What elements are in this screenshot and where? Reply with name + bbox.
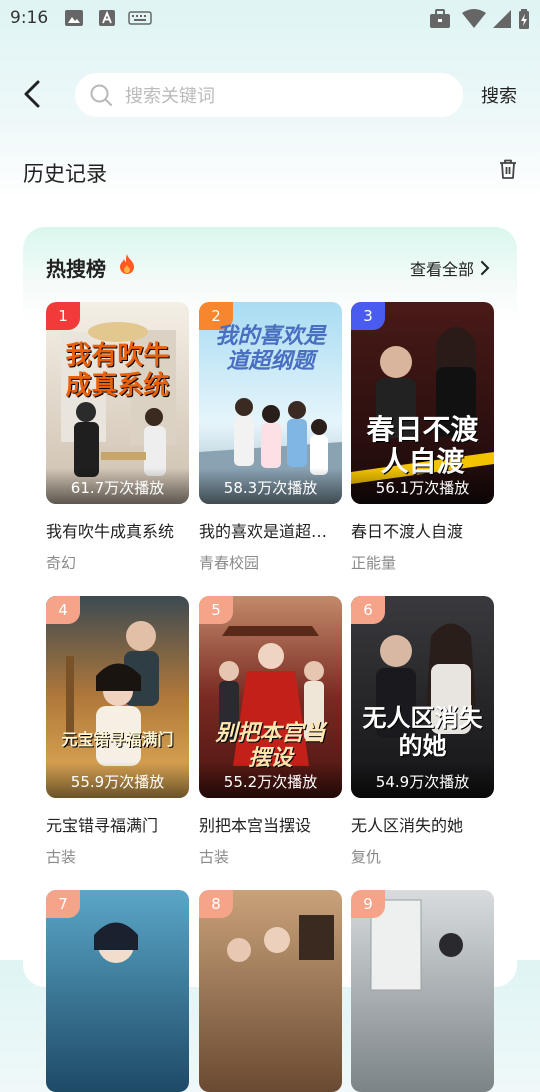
drama-title: 别把本宫当摆设 xyxy=(199,816,312,835)
rank-badge: 1 xyxy=(46,302,80,330)
history-title: 历史记录 xyxy=(23,162,107,186)
drama-title: 我的喜欢是道超纲… xyxy=(199,522,342,541)
drama-item[interactable]: 5 别把本宫当摆设 55.2万次播放 别把本宫当摆设 古装 xyxy=(199,596,342,867)
text-format-icon xyxy=(98,9,116,31)
rank-badge: 7 xyxy=(46,890,80,918)
rank-badge: 4 xyxy=(46,596,80,624)
drama-tag: 奇幻 xyxy=(46,554,77,572)
view-all-label: 查看全部 xyxy=(410,260,475,279)
drama-tag: 古装 xyxy=(199,848,230,866)
drama-tag: 青春校园 xyxy=(199,554,260,572)
drama-item[interactable]: 4 元宝错寻福满门 55.9万次播放 元宝错寻福满门 古装 xyxy=(46,596,189,867)
rank-badge: 6 xyxy=(351,596,385,624)
status-bar: 9:16 xyxy=(0,0,540,36)
drama-item[interactable]: 8 xyxy=(199,890,342,1092)
drama-item[interactable]: 9 xyxy=(351,890,494,1092)
play-count: 61.7万次播放 xyxy=(46,468,189,504)
drama-cover[interactable]: 6 无人区消失的她 54.9万次播放 xyxy=(351,596,494,798)
chevron-right-icon xyxy=(481,261,490,275)
drama-cover[interactable]: 3 春日不渡人自渡 56.1万次播放 xyxy=(351,302,494,504)
drama-item[interactable]: 1 我有吹牛成真系统 61.7万次播放 我有吹牛成真系统 奇幻 xyxy=(46,302,189,573)
drama-title: 元宝错寻福满门 xyxy=(46,816,159,835)
search-bar: 搜索 xyxy=(0,70,540,120)
wifi-icon xyxy=(462,9,486,33)
drama-title: 无人区消失的她 xyxy=(351,816,464,835)
rank-badge: 9 xyxy=(351,890,385,918)
drama-cover[interactable]: 5 别把本宫当摆设 55.2万次播放 xyxy=(199,596,342,798)
drama-item[interactable]: 2 我的喜欢是道超纲题 58.3万次播放 我的喜欢是道超纲… 青春校园 xyxy=(199,302,342,573)
drama-tag: 古装 xyxy=(46,848,77,866)
drama-tag: 正能量 xyxy=(351,554,397,572)
battery-icon xyxy=(518,9,530,33)
keyboard-icon xyxy=(128,9,152,31)
search-input[interactable] xyxy=(123,73,447,119)
drama-cover[interactable]: 2 我的喜欢是道超纲题 58.3万次播放 xyxy=(199,302,342,504)
image-icon xyxy=(64,9,84,31)
drama-cover[interactable]: 1 我有吹牛成真系统 61.7万次播放 xyxy=(46,302,189,504)
status-time: 9:16 xyxy=(10,8,49,28)
search-box[interactable] xyxy=(75,73,463,119)
play-count: 56.1万次播放 xyxy=(351,468,494,504)
view-all-button[interactable]: 查看全部 xyxy=(410,256,490,280)
drama-cover[interactable]: 8 xyxy=(199,890,342,1092)
flame-icon xyxy=(118,253,136,279)
search-icon xyxy=(89,83,113,111)
drama-cover[interactable]: 4 元宝错寻福满门 55.9万次播放 xyxy=(46,596,189,798)
cover-title: 元宝错寻福满门 xyxy=(61,730,174,749)
trash-icon[interactable] xyxy=(499,159,517,183)
cover-title: 无人区消失的她 xyxy=(362,703,483,760)
play-count: 54.9万次播放 xyxy=(351,762,494,798)
play-count: 55.2万次播放 xyxy=(199,762,342,798)
back-arrow-icon xyxy=(24,80,40,108)
cover-title: 我的喜欢是道超纲题 xyxy=(215,323,326,375)
drama-item[interactable]: 6 无人区消失的她 54.9万次播放 无人区消失的她 复仇 xyxy=(351,596,494,867)
play-count: 58.3万次播放 xyxy=(199,468,342,504)
signal-icon xyxy=(492,9,512,33)
drama-item[interactable]: 7 xyxy=(46,890,189,1092)
drama-tag: 复仇 xyxy=(351,848,382,866)
hot-list-card: 热搜榜 查看全部 1 我有吹牛成真系统 61.7万次播放 我有吹牛成真系统 奇幻 xyxy=(23,227,517,1092)
search-button[interactable]: 搜索 xyxy=(481,82,517,108)
drama-cover[interactable]: 9 xyxy=(351,890,494,1092)
drama-title: 我有吹牛成真系统 xyxy=(46,522,175,541)
hot-list-title: 热搜榜 xyxy=(46,257,106,281)
rank-badge: 3 xyxy=(351,302,385,330)
rank-badge: 8 xyxy=(199,890,233,918)
play-count: 55.9万次播放 xyxy=(46,762,189,798)
back-button[interactable] xyxy=(18,78,50,110)
drama-cover[interactable]: 7 xyxy=(46,890,189,1092)
rank-badge: 5 xyxy=(199,596,233,624)
drama-item[interactable]: 3 春日不渡人自渡 56.1万次播放 春日不渡人自渡 正能量 xyxy=(351,302,494,573)
drama-title: 春日不渡人自渡 xyxy=(351,522,464,541)
cover-title: 我有吹牛成真系统 xyxy=(65,341,170,401)
briefcase-icon xyxy=(429,9,451,33)
